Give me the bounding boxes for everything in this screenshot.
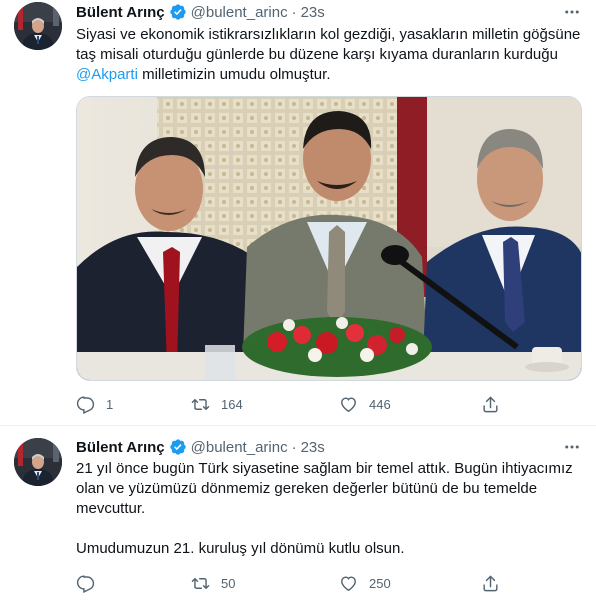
share-button[interactable]	[481, 573, 500, 593]
author-handle[interactable]: @bulent_arinc	[191, 4, 288, 21]
retweet-button[interactable]: 50	[191, 573, 235, 593]
tweet-text-line: 21 yıl önce bugün Türk siyasetine sağlam…	[76, 460, 573, 477]
photo-image	[77, 97, 581, 380]
more-icon[interactable]	[562, 2, 582, 22]
like-button[interactable]: 250	[339, 573, 391, 593]
reply-count: 1	[106, 396, 114, 412]
retweet-count: 50	[221, 575, 236, 591]
tweet-text: 21 yıl önce bugün Türk siyasetine sağlam…	[76, 459, 586, 559]
avatar[interactable]	[14, 438, 62, 486]
reply-icon	[76, 395, 95, 414]
tweet-text-line: @Akparti milletimizin umudu olmuştur.	[76, 65, 586, 85]
reply-button[interactable]	[76, 573, 106, 593]
share-icon	[481, 574, 500, 593]
author-name[interactable]: Bülent Arınç	[76, 4, 165, 21]
tweet[interactable]: Bülent Arınç @bulent_arinc · 23s 21 yıl …	[0, 425, 596, 600]
retweet-button[interactable]: 164	[191, 394, 243, 414]
author-name[interactable]: Bülent Arınç	[76, 439, 165, 456]
verified-badge-icon	[169, 3, 187, 21]
reply-icon	[76, 574, 95, 593]
share-button[interactable]	[481, 394, 500, 414]
verified-badge-icon	[169, 438, 187, 456]
tweet-text-tail: milletimizin umudu olmuştur.	[137, 66, 331, 83]
share-icon	[481, 395, 500, 414]
avatar-image	[14, 438, 62, 486]
tweet[interactable]: Bülent Arınç @bulent_arinc · 23s Siyasi …	[0, 0, 596, 425]
like-icon	[339, 574, 358, 593]
author-handle[interactable]: @bulent_arinc	[191, 439, 288, 456]
separator-dot: ·	[291, 438, 297, 456]
retweet-icon	[191, 574, 210, 593]
like-count: 446	[369, 396, 391, 412]
tweet-photo[interactable]	[76, 96, 582, 381]
tweet-text-line: Umudumuzun 21. kuruluş yıl dönümü kutlu …	[76, 540, 405, 557]
tweet-text-line: Siyasi ve ekonomik istikrarsızlıkların k…	[76, 26, 581, 43]
reply-button[interactable]: 1	[76, 394, 113, 414]
tweet-header: Bülent Arınç @bulent_arinc · 23s	[76, 436, 325, 458]
tweet-actions: 1 164 446	[76, 394, 498, 414]
mention-link[interactable]: @Akparti	[76, 66, 138, 83]
like-icon	[339, 395, 358, 414]
timestamp[interactable]: 23s	[301, 4, 325, 21]
more-icon[interactable]	[562, 437, 582, 457]
tweet-header: Bülent Arınç @bulent_arinc · 23s	[76, 1, 325, 23]
avatar[interactable]	[14, 2, 62, 50]
like-button[interactable]: 446	[339, 394, 391, 414]
tweet-text-line: mevcuttur.	[76, 500, 146, 517]
tweet-text-line: taş misali oturduğu günlerde bu düzene k…	[76, 46, 558, 63]
tweet-actions: 50 250	[76, 573, 498, 593]
retweet-count: 164	[221, 396, 243, 412]
separator-dot: ·	[291, 3, 297, 21]
retweet-icon	[191, 395, 210, 414]
like-count: 250	[369, 575, 391, 591]
avatar-image	[14, 2, 62, 50]
tweet-text: Siyasi ve ekonomik istikrarsızlıkların k…	[76, 25, 586, 85]
tweet-text-line: olan ve yüzümüzü dönmemiz gereken değerl…	[76, 480, 538, 497]
timestamp[interactable]: 23s	[301, 439, 325, 456]
